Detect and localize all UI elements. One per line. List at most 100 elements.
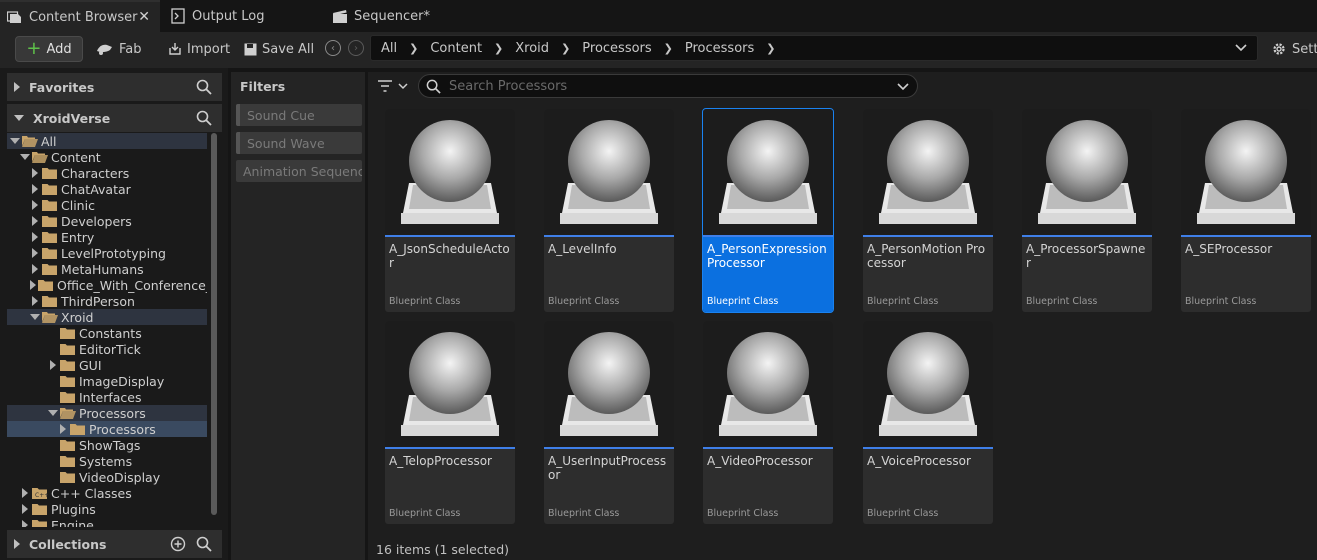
- add-button[interactable]: + Add: [15, 36, 83, 62]
- tab-output-log[interactable]: Output Log: [170, 0, 320, 32]
- asset-tile[interactable]: A_JsonScheduleActor Blueprint Class: [385, 109, 515, 312]
- breadcrumb-item[interactable]: Xroid: [515, 41, 549, 56]
- filter-toggle[interactable]: [236, 104, 240, 126]
- chevron-right-icon[interactable]: [20, 485, 30, 501]
- chevron-down-icon[interactable]: [20, 149, 30, 165]
- tab-sequencer[interactable]: Sequencer*: [332, 0, 482, 32]
- breadcrumb-item[interactable]: Content: [430, 41, 482, 56]
- asset-tile[interactable]: A_LevelInfo Blueprint Class: [544, 109, 674, 312]
- chevron-right-icon[interactable]: [30, 245, 40, 261]
- forward-arrow-icon[interactable]: ›: [348, 40, 364, 56]
- breadcrumb-item[interactable]: Processors: [685, 41, 754, 56]
- tree-item[interactable]: Clinic: [7, 197, 207, 213]
- search-icon[interactable]: [196, 110, 212, 126]
- chevron-down-icon[interactable]: [30, 309, 40, 325]
- chevron-down-icon[interactable]: [48, 405, 58, 421]
- tree-item[interactable]: Xroid: [7, 309, 207, 325]
- chevron-right-icon[interactable]: [30, 181, 40, 197]
- tree-item[interactable]: EditorTick: [7, 341, 207, 357]
- tree-item[interactable]: GUI: [7, 357, 207, 373]
- asset-tile[interactable]: A_ProcessorSpawner Blueprint Class: [1022, 109, 1152, 312]
- tree-item[interactable]: Entry: [7, 229, 207, 245]
- tree-item-label: ThirdPerson: [61, 293, 135, 309]
- filter-chip[interactable]: Sound Cue: [236, 104, 362, 126]
- asset-name: A_LevelInfo: [548, 242, 617, 256]
- breadcrumb[interactable]: All ❯ Content ❯ Xroid ❯ Processors ❯ Pro…: [370, 35, 1258, 61]
- chevron-right-icon[interactable]: [30, 293, 40, 309]
- asset-tile[interactable]: A_UserInputProcessor Blueprint Class: [544, 321, 674, 524]
- asset-tile[interactable]: A_TelopProcessor Blueprint Class: [385, 321, 515, 524]
- search-icon[interactable]: [196, 79, 212, 95]
- chevron-right-icon[interactable]: [30, 277, 36, 293]
- tree-item[interactable]: Processors: [7, 405, 207, 421]
- tab-content-browser[interactable]: Content Browser ✕: [0, 0, 160, 32]
- tree-item[interactable]: Engine: [7, 517, 207, 527]
- chevron-right-icon[interactable]: [30, 213, 40, 229]
- asset-tile[interactable]: A_VoiceProcessor Blueprint Class: [863, 321, 993, 524]
- back-arrow-icon[interactable]: ‹: [325, 40, 341, 56]
- breadcrumb-item[interactable]: All: [381, 41, 397, 56]
- chevron-right-icon[interactable]: ❯: [561, 42, 570, 55]
- asset-tile[interactable]: A_PersonExpression Processor Blueprint Cl…: [702, 108, 834, 313]
- fab-button[interactable]: Fab: [96, 36, 142, 62]
- filter-dropdown-button[interactable]: [377, 79, 408, 93]
- chevron-right-icon[interactable]: [30, 197, 40, 213]
- chevron-right-icon[interactable]: ❯: [409, 42, 418, 55]
- tree-item[interactable]: ChatAvatar: [7, 181, 207, 197]
- tree-item[interactable]: ImageDisplay: [7, 373, 207, 389]
- favorites-header[interactable]: Favorites: [7, 73, 222, 101]
- chevron-down-icon[interactable]: [1235, 40, 1247, 54]
- tree-item[interactable]: VideoDisplay: [7, 469, 207, 485]
- search-bar[interactable]: [418, 74, 918, 98]
- asset-tile[interactable]: A_SEProcessor Blueprint Class: [1181, 109, 1311, 312]
- tree-item[interactable]: Systems: [7, 453, 207, 469]
- import-label: Import: [187, 41, 231, 57]
- tree-item[interactable]: All: [7, 133, 207, 149]
- tree-item[interactable]: Interfaces: [7, 389, 207, 405]
- save-icon: [244, 43, 257, 56]
- folder-icon: [32, 519, 48, 527]
- filter-toggle[interactable]: [236, 132, 240, 154]
- tree-item[interactable]: Office_With_Conference_: [7, 277, 207, 293]
- chevron-right-icon[interactable]: [20, 517, 30, 527]
- chevron-right-icon[interactable]: ❯: [664, 42, 673, 55]
- chevron-right-icon[interactable]: [48, 357, 58, 373]
- tree-item[interactable]: ThirdPerson: [7, 293, 207, 309]
- close-icon[interactable]: ✕: [138, 9, 150, 25]
- chevron-right-icon[interactable]: [20, 501, 30, 517]
- save-all-button[interactable]: Save All: [244, 36, 314, 62]
- tree-scrollbar[interactable]: [211, 133, 217, 515]
- chevron-right-icon[interactable]: ❯: [766, 42, 775, 55]
- import-button[interactable]: Import: [168, 36, 230, 62]
- add-circle-icon[interactable]: [170, 536, 186, 552]
- collections-header[interactable]: Collections: [7, 530, 222, 558]
- asset-type-bar: [544, 447, 674, 449]
- chevron-right-icon[interactable]: [30, 165, 40, 181]
- tree-item[interactable]: C++ C++ Classes: [7, 485, 207, 501]
- tree-item[interactable]: Processors: [7, 421, 207, 437]
- search-input[interactable]: [447, 77, 891, 95]
- chevron-right-icon[interactable]: [30, 229, 40, 245]
- chevron-right-icon[interactable]: ❯: [494, 42, 503, 55]
- project-header[interactable]: XroidVerse: [7, 104, 222, 132]
- asset-tile[interactable]: A_VideoProcessor Blueprint Class: [703, 321, 833, 524]
- tree-item[interactable]: MetaHumans: [7, 261, 207, 277]
- tree-item[interactable]: Plugins: [7, 501, 207, 517]
- filter-chip[interactable]: Animation Sequence: [236, 160, 362, 182]
- chevron-right-icon[interactable]: [58, 421, 68, 437]
- chevron-right-icon[interactable]: [30, 261, 40, 277]
- tree-item[interactable]: LevelPrototyping: [7, 245, 207, 261]
- tree-item[interactable]: ShowTags: [7, 437, 207, 453]
- tree-item[interactable]: Characters: [7, 165, 207, 181]
- tree-item[interactable]: Constants: [7, 325, 207, 341]
- asset-tile[interactable]: A_PersonMotion Processor Blueprint Class: [863, 109, 993, 312]
- chevron-down-icon[interactable]: [897, 79, 909, 93]
- filter-chip[interactable]: Sound Wave: [236, 132, 362, 154]
- search-icon[interactable]: [196, 536, 212, 552]
- chevron-down-icon[interactable]: [10, 133, 20, 149]
- breadcrumb-item[interactable]: Processors: [582, 41, 651, 56]
- tree-item[interactable]: Developers: [7, 213, 207, 229]
- settings-button[interactable]: Setti: [1271, 36, 1317, 62]
- tree-item[interactable]: Content: [7, 149, 207, 165]
